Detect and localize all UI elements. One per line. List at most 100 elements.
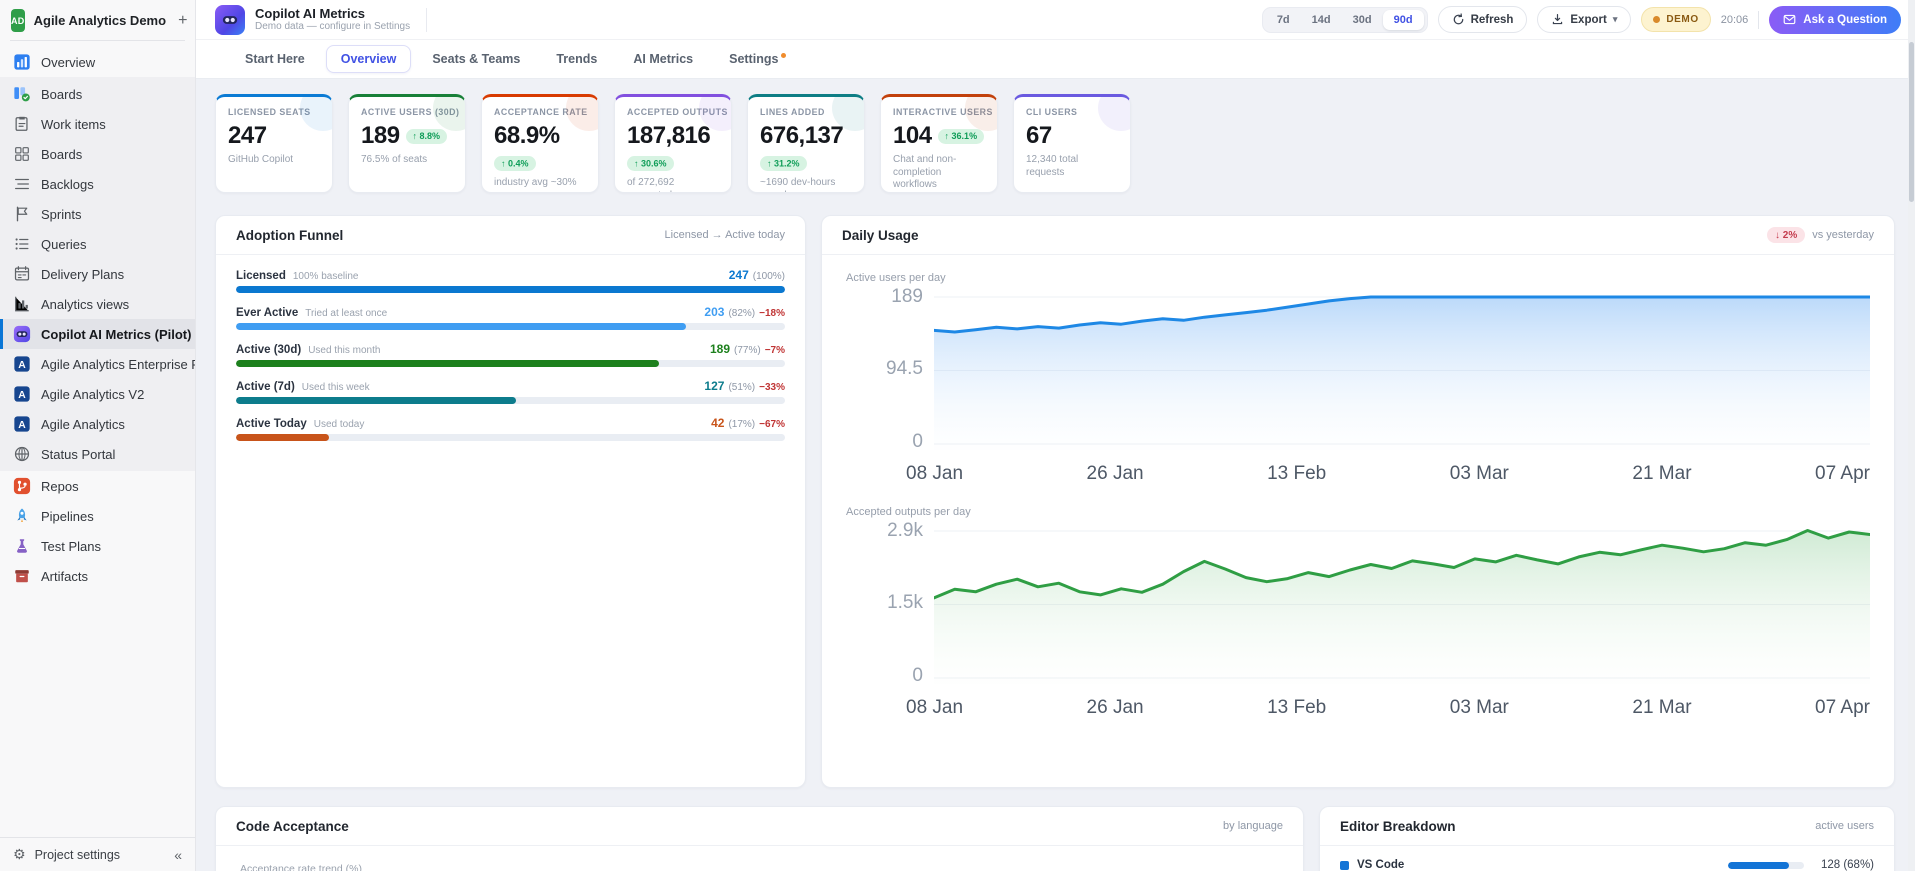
x-tick: 26 Jan [1086,697,1144,718]
time-range-7d[interactable]: 7d [1266,10,1301,30]
sidebar-item-copilot-ai-metrics[interactable]: Copilot AI Metrics (Pilot) [0,319,195,349]
accepted-outputs-plot [934,526,1870,686]
funnel-stage-value: 247 [728,268,749,282]
funnel-stage-label: Active (7d) [236,381,295,393]
topbar: Copilot AI Metrics Demo data — configure… [196,0,1915,40]
funnel-stage-delta: −7% [764,345,785,356]
sidebar-item-label: Overview [41,54,96,70]
sidebar-item-queries[interactable]: Queries [0,229,195,259]
x-tick: 21 Mar [1632,697,1692,718]
sidebar-item-label: Repos [41,478,79,494]
sidebar-item-agile-analytics-v2[interactable]: Agile Analytics V2 [0,379,195,409]
accepted-outputs-xaxis: 08 Jan 26 Jan 13 Feb 03 Mar 21 Mar 07 Apr [906,697,1870,719]
sidebar-item-test-plans[interactable]: Test Plans [0,531,195,561]
time-range-90d[interactable]: 90d [1382,9,1424,30]
funnel-bar-track [236,397,785,404]
tab-start-here[interactable]: Start Here [230,45,320,73]
y-tick: 189 [891,285,923,307]
header-controls: 7d 14d 30d 90d Refresh Export ▾ DEMO 20:06 [1261,5,1901,34]
refresh-icon [1453,13,1463,25]
kpi-card-interactive-users: INTERACTIVE USERS 104 ↑ 36.1% Chat and non-… [880,94,998,193]
sidebar-item-analytics-views[interactable]: Analytics views [0,289,195,319]
sidebar-item-artifacts[interactable]: Artifacts [0,561,195,591]
sidebar-item-overview[interactable]: Overview [0,47,195,77]
tab-ai-metrics[interactable]: AI Metrics [618,45,708,73]
funnel-stage-desc: Tried at least once [305,308,388,319]
y-tick: 2.9k [887,519,923,541]
sidebar: AD Agile Analytics Demo + Overview Boards… [0,0,196,871]
sidebar-item-label: Test Plans [41,538,101,554]
sidebar-item-work-items[interactable]: Work items [0,109,195,139]
x-tick: 07 Apr [1815,463,1870,484]
editor-breakdown-note: active users [1815,820,1874,832]
sidebar-item-sprints[interactable]: Sprints [0,199,195,229]
kpi-subtext: Chat and non-completion workflows [893,154,957,190]
sidebar-item-boards-hub[interactable]: Boards [0,79,195,109]
funnel-bar-track [236,434,785,441]
kpi-card-cli-users: CLI USERS 67 12,340 total requests [1013,94,1131,193]
ask-a-question-button[interactable]: Ask a Question [1769,5,1901,34]
sidebar-section: Repos Pipelines Test Plans Artifacts [0,471,195,591]
status-portal-icon [13,445,31,463]
refresh-button[interactable]: Refresh [1437,6,1528,33]
sidebar-item-backlogs[interactable]: Backlogs [0,169,195,199]
sidebar-item-pipelines[interactable]: Pipelines [0,501,195,531]
adoption-funnel-header: Adoption Funnel Licensed → Active today [216,216,805,255]
add-project-button[interactable]: + [175,12,190,30]
daily-usage-delta: ↓ 2% vs yesterday [1767,227,1874,243]
header-divider [426,7,428,32]
editor-label: VS Code [1357,859,1405,871]
tab-overview[interactable]: Overview [325,45,412,73]
kpi-delta-badge: ↑ 30.6% [627,155,674,171]
funnel-stage-pct: (82%) [728,308,756,319]
kpi-subtext: 12,340 total requests [1026,154,1079,178]
accepted-outputs-chart-label: Accepted outputs per day [846,506,971,518]
envelope-icon [1783,14,1796,25]
daily-usage-title: Daily Usage [842,227,919,243]
sidebar-item-delivery-plans[interactable]: Delivery Plans [0,259,195,289]
download-icon [1553,14,1563,25]
sidebar-items: Overview Boards Work items Boards Backlogs Sp… [0,47,195,837]
sidebar-item-boards[interactable]: Boards [0,139,195,169]
org-logo: AD [11,9,25,32]
scrollbar-thumb[interactable] [1909,42,1914,202]
sidebar-item-label: Agile Analytics V2 [41,386,145,402]
funnel-row-ever-active: Ever Active Tried at least once 203 (82%) −1… [236,305,785,330]
x-tick: 07 Apr [1815,697,1870,718]
time-range-30d[interactable]: 30d [1342,10,1383,30]
sidebar-item-repos[interactable]: Repos [0,471,195,501]
funnel-stage-label: Active (30d) [236,344,302,356]
x-tick: 21 Mar [1632,463,1692,484]
export-button[interactable]: Export ▾ [1537,6,1632,33]
boards-hub-icon [13,85,31,103]
chevron-down-icon: ▾ [1612,14,1618,24]
tab-seats-teams[interactable]: Seats & Teams [417,45,535,73]
y-tick: 94.5 [886,357,923,379]
kpi-subtext: industry avg ~30% [494,177,577,188]
x-tick: 03 Mar [1449,463,1509,484]
kpi-value: 247 [228,122,267,149]
kpi-subtext: 76.5% of seats [361,154,428,165]
kpi-card-licensed-seats: LICENSED SEATS 247 GitHub Copilot [215,94,333,193]
accepted-outputs-chart-section: Accepted outputs per day 2.9k 1.5k 0 08 Ja… [822,506,1894,719]
time-range-14d[interactable]: 14d [1301,10,1342,30]
tab-trends[interactable]: Trends [541,45,612,73]
kpi-delta-badge: ↑ 0.4% [494,155,536,171]
agile-analytics-v2-icon [13,385,31,403]
sidebar-footer[interactable]: ⚙ Project settings « [0,837,195,871]
agile-analytics-enterprise-pilot-icon [13,355,31,373]
funnel-stage-desc: Used this month [308,345,381,356]
sidebar-item-label: Queries [41,236,87,252]
tab-settings[interactable]: Settings [714,45,801,73]
sidebar-item-status-portal[interactable]: Status Portal [0,439,195,469]
backlogs-icon [13,175,31,193]
sidebar-item-agile-analytics[interactable]: Agile Analytics [0,409,195,439]
mid-row: Adoption Funnel Licensed → Active today … [215,215,1895,788]
funnel-stage-desc: 100% baseline [292,271,359,282]
sidebar-item-label: Analytics views [41,296,130,312]
repos-icon [13,477,31,495]
collapse-sidebar-icon[interactable]: « [174,847,182,863]
kpi-delta-badge: ↑ 31.2% [760,155,807,171]
sidebar-item-agile-analytics-enterprise-pilot[interactable]: Agile Analytics Enterprise Pilot [0,349,195,379]
kpi-value: 187,816 [627,122,711,149]
